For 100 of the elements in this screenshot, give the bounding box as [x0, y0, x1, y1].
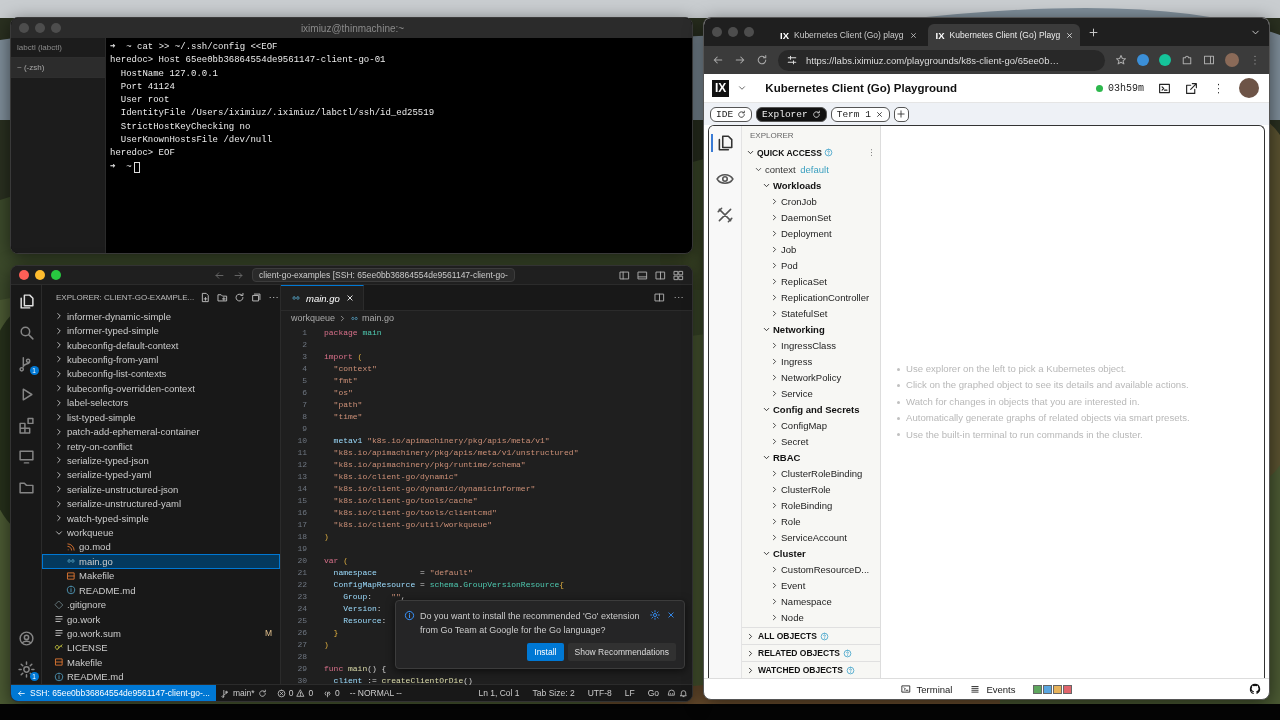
back-icon[interactable] — [712, 54, 724, 66]
tree-item[interactable]: Cluster — [742, 545, 880, 561]
tree-item[interactable]: IngressClass — [742, 337, 880, 353]
file-tree-item[interactable]: Makefile — [42, 568, 280, 583]
tools-icon[interactable] — [716, 206, 734, 224]
files-icon[interactable] — [17, 293, 35, 310]
panel-toggle-icon[interactable] — [637, 269, 648, 281]
forward-icon[interactable] — [734, 54, 746, 66]
file-tree-item[interactable]: watch-typed-simple — [42, 510, 280, 526]
view-tab[interactable]: Term 1 — [830, 106, 890, 122]
avatar[interactable] — [1239, 78, 1259, 98]
new-tab-icon[interactable] — [1088, 26, 1100, 38]
breadcrumb-item[interactable]: workqueue — [291, 313, 336, 323]
site-logo[interactable]: IX — [712, 79, 730, 97]
tree-item[interactable]: NetworkPolicy — [742, 369, 880, 385]
sidebar-toggle-icon[interactable] — [619, 269, 630, 281]
back-icon[interactable] — [214, 269, 225, 281]
tree-item[interactable]: Secret — [742, 433, 880, 449]
tree-item[interactable]: Config and Secrets — [742, 401, 880, 417]
split-icon[interactable] — [655, 269, 666, 281]
tree-item[interactable]: CustomResourceD... — [742, 561, 880, 577]
tree-item[interactable]: Workloads — [742, 177, 880, 193]
tree-item[interactable]: RoleBinding — [742, 497, 880, 513]
tree-item[interactable]: Deployment — [742, 225, 880, 241]
bell-icon[interactable] — [679, 688, 688, 698]
branch-item[interactable]: main* — [215, 688, 272, 698]
color-swatch[interactable] — [1053, 684, 1063, 694]
browser-tab[interactable]: IX Kubernetes Client (Go) playg — [772, 24, 924, 46]
tree-item[interactable]: ReplicaSet — [742, 273, 880, 289]
color-swatch[interactable] — [1033, 684, 1043, 694]
tree-item[interactable]: RBAC — [742, 449, 880, 465]
extension-icon[interactable] — [1137, 54, 1149, 66]
tree-item[interactable]: CronJob — [742, 193, 880, 209]
new-folder-icon[interactable] — [217, 291, 229, 303]
tree-item[interactable]: ClusterRoleBinding — [742, 465, 880, 481]
github-icon[interactable] — [1249, 683, 1261, 695]
section-title[interactable]: ALL OBJECTS — [758, 631, 817, 641]
breadcrumb-item[interactable]: main.go — [362, 313, 395, 323]
layout-icon[interactable] — [673, 269, 684, 281]
settings-icon[interactable] — [17, 661, 35, 678]
file-tree-item[interactable]: Makefile — [42, 655, 280, 670]
ports-item[interactable]: 0 — [318, 688, 345, 698]
file-tree-item[interactable]: kubeconfig-list-contexts — [42, 366, 280, 382]
view-tab[interactable]: Explorer — [756, 106, 827, 122]
tree-item[interactable]: ServiceAccount — [742, 529, 880, 545]
tree-item[interactable]: Networking — [742, 321, 880, 337]
tree-item[interactable]: Role — [742, 513, 880, 529]
tree-item[interactable]: Job — [742, 241, 880, 257]
status-item[interactable]: Go — [642, 688, 664, 698]
footer-button[interactable]: Events — [970, 683, 1016, 695]
browser-tab[interactable]: IX Kubernetes Client (Go) Playg — [927, 24, 1081, 46]
forward-icon[interactable] — [233, 269, 244, 281]
robot-icon[interactable] — [667, 688, 676, 698]
account-icon[interactable] — [17, 630, 35, 647]
terminal-icon[interactable] — [1158, 81, 1171, 95]
color-swatch[interactable] — [1063, 684, 1073, 694]
file-tree-item[interactable]: list-typed-simple — [42, 409, 280, 425]
footer-button[interactable]: Terminal — [900, 683, 953, 695]
tree-item[interactable]: ClusterRole — [742, 481, 880, 497]
close-icon[interactable] — [344, 293, 355, 303]
file-tree-item[interactable]: .gitignore — [42, 597, 280, 612]
window-minimize-button[interactable] — [35, 270, 45, 280]
extensions-icon[interactable] — [1181, 54, 1193, 66]
dropdown-icon[interactable] — [737, 83, 748, 93]
tree-item[interactable]: context default — [742, 161, 880, 177]
collapse-icon[interactable] — [251, 291, 263, 303]
tree-item[interactable]: Ingress — [742, 353, 880, 369]
file-tree-item[interactable]: kubeconfig-default-context — [42, 337, 280, 353]
file-tree-item[interactable]: kubeconfig-from-yaml — [42, 352, 280, 367]
file-tree-item[interactable]: LICENSE — [42, 640, 280, 656]
close-icon[interactable] — [1065, 30, 1075, 40]
file-tree-item[interactable]: go.mod — [42, 539, 280, 555]
notification-button[interactable]: Show Recommendations — [567, 643, 676, 661]
file-tree-item[interactable]: informer-typed-simple — [42, 323, 280, 338]
file-tree-item[interactable]: kubeconfig-overridden-context — [42, 381, 280, 396]
section-title[interactable]: WATCHED OBJECTS — [758, 665, 843, 675]
file-tree-item[interactable]: README.md — [42, 669, 280, 684]
window-close-button[interactable] — [19, 270, 29, 280]
add-tab-button[interactable] — [893, 106, 909, 122]
reload-icon[interactable] — [756, 54, 768, 66]
file-tree-item[interactable]: serialize-typed-yaml — [42, 467, 280, 483]
status-item[interactable]: UTF-8 — [582, 688, 617, 698]
file-tree-item[interactable]: go.work — [42, 611, 280, 627]
file-tree-item[interactable]: workqueue — [42, 525, 280, 540]
file-tree-item[interactable]: patch-add-ephemeral-container — [42, 424, 280, 439]
tree-item[interactable]: StatefulSet — [742, 305, 880, 321]
file-tree-item[interactable]: serialize-unstructured-json — [42, 482, 280, 497]
side-panel-icon[interactable] — [1203, 54, 1215, 66]
file-tree-item[interactable]: go.work.sum M — [42, 626, 280, 641]
monitor-icon[interactable] — [17, 448, 35, 465]
session-tab[interactable]: ~ (-zsh) — [11, 58, 105, 78]
bookmark-icon[interactable] — [1115, 54, 1127, 66]
file-tree-item[interactable]: serialize-typed-json — [42, 453, 280, 468]
close-icon[interactable] — [908, 30, 918, 40]
remote-indicator[interactable]: SSH: 65ee0bb36864554de9561147-client-go-... — [11, 685, 216, 701]
search-icon[interactable] — [17, 324, 35, 341]
status-item[interactable]: Ln 1, Col 1 — [473, 688, 525, 698]
tree-item[interactable]: ConfigMap — [742, 417, 880, 433]
section-title[interactable]: RELATED OBJECTS — [758, 648, 841, 658]
color-swatch[interactable] — [1043, 684, 1053, 694]
